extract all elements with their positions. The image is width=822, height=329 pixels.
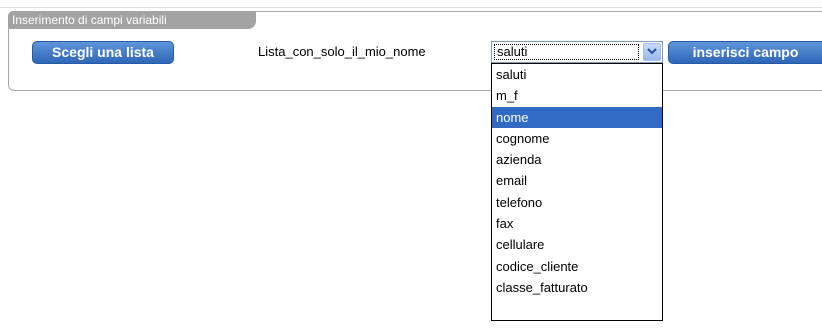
option-telefono[interactable]: telefono bbox=[492, 192, 662, 213]
option-fax[interactable]: fax bbox=[492, 213, 662, 234]
chevron-down-icon[interactable] bbox=[643, 43, 661, 61]
option-cognome[interactable]: cognome bbox=[492, 128, 662, 149]
top-divider bbox=[0, 7, 822, 8]
field-dropdown-list: saluti m_f nome cognome azienda email te… bbox=[491, 63, 663, 321]
option-classe-fatturato[interactable]: classe_fatturato bbox=[492, 277, 662, 298]
option-email[interactable]: email bbox=[492, 170, 662, 191]
list-name-label: Lista_con_solo_il_mio_nome bbox=[258, 44, 426, 59]
option-cellulare[interactable]: cellulare bbox=[492, 234, 662, 255]
option-m-f[interactable]: m_f bbox=[492, 85, 662, 106]
panel-legend-text: Inserimento di campi variabili bbox=[12, 13, 167, 27]
option-saluti[interactable]: saluti bbox=[492, 64, 662, 85]
option-nome[interactable]: nome bbox=[492, 106, 662, 128]
field-select[interactable]: saluti bbox=[491, 41, 663, 63]
field-select-value: saluti bbox=[494, 44, 639, 60]
option-azienda[interactable]: azienda bbox=[492, 149, 662, 170]
option-codice-cliente[interactable]: codice_cliente bbox=[492, 256, 662, 277]
choose-list-button[interactable]: Scegli una lista bbox=[32, 41, 174, 64]
panel-legend: Inserimento di campi variabili bbox=[8, 11, 256, 29]
insert-field-button[interactable]: inserisci campo bbox=[668, 41, 822, 64]
